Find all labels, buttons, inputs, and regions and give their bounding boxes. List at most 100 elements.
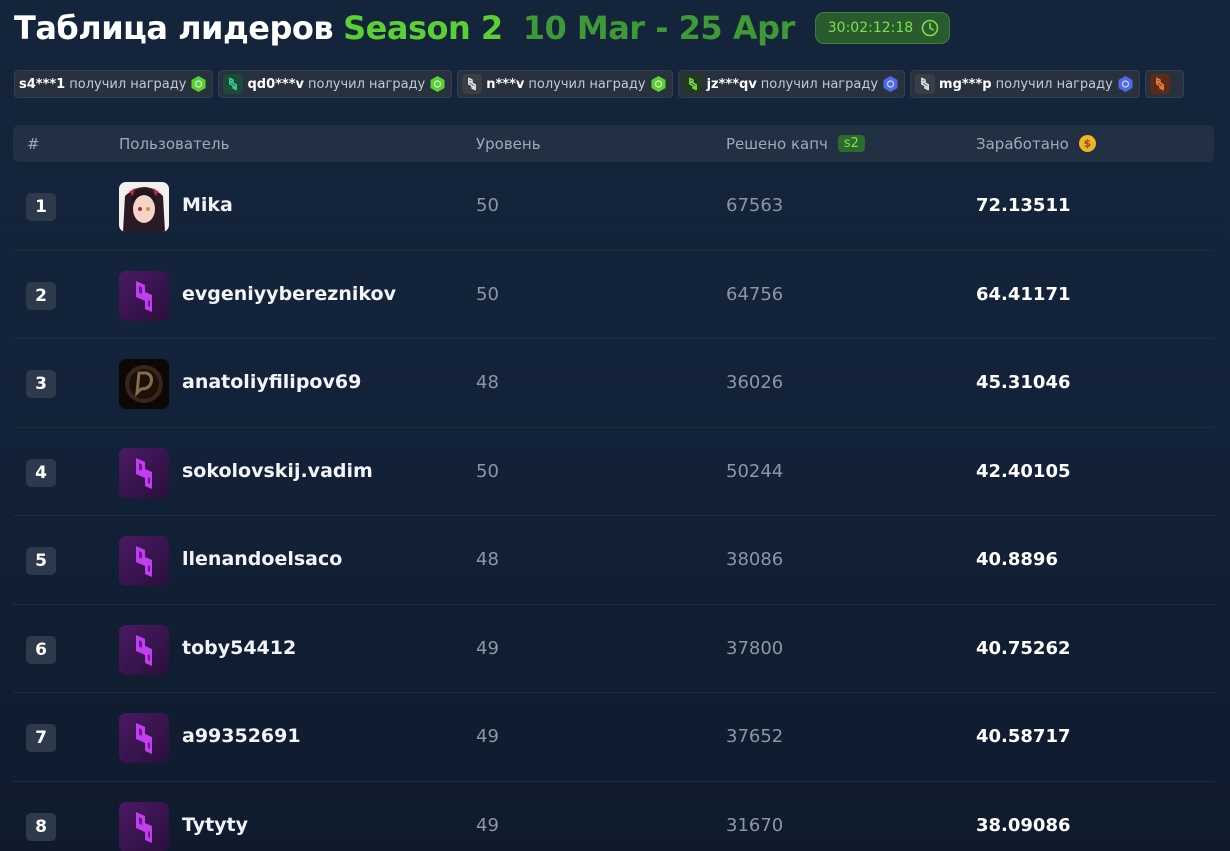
ticker-text: получил награду — [760, 76, 879, 92]
rank-badge: 6 — [26, 635, 56, 664]
ticker-item: n***v получил награду — [457, 70, 673, 98]
captchas-solved: 67563 — [726, 195, 784, 216]
amount-earned: 72.13511 — [976, 195, 1071, 216]
user-level: 49 — [476, 637, 499, 659]
table-row[interactable]: 5 llenandoelsaco 48 38086 40.8896 — [13, 516, 1214, 605]
avatar — [119, 536, 169, 586]
avatar — [119, 801, 169, 851]
user-avatar-icon — [915, 74, 936, 94]
column-user: Пользователь — [119, 134, 230, 153]
amount-earned: 42.40105 — [976, 460, 1071, 482]
rank-badge: 3 — [26, 370, 56, 398]
user-level: 49 — [476, 814, 499, 836]
column-solved-label: Решено капч — [726, 134, 828, 153]
clock-icon — [921, 19, 939, 37]
avatar — [119, 447, 169, 498]
table-row[interactable]: 6 toby54412 49 37800 40.75262 — [13, 605, 1214, 693]
amount-earned: 64.41171 — [976, 283, 1071, 305]
ticker-item: qd0***v получил награду — [218, 70, 453, 98]
captchas-solved: 31670 — [726, 814, 784, 836]
user-level: 50 — [476, 195, 499, 216]
ticker-item: jz***qv получил награду — [677, 70, 906, 98]
user-level: 48 — [476, 549, 499, 570]
user-avatar-icon — [223, 74, 244, 94]
season-dates: 10 Mar - 25 Apr — [522, 9, 796, 47]
reward-badge-icon — [883, 76, 898, 92]
ticker-item: s4***1 получил награду — [14, 70, 214, 98]
avatar — [119, 359, 169, 409]
reward-ticker: s4***1 получил награду qd0***v получил нагр… — [14, 70, 1214, 98]
table-row[interactable]: 8 Tytyty 49 31670 38.09086 — [13, 782, 1214, 851]
user-name[interactable]: sokolovskij.vadim — [182, 460, 373, 482]
column-level: Уровень — [476, 134, 541, 153]
page-header: Таблица лидеров Season 2 10 Mar - 25 Apr… — [14, 8, 951, 48]
page-title: Таблица лидеров — [14, 9, 334, 47]
timer-value: 30:02:12:18 — [827, 20, 914, 36]
ticker-item: mg***p получил награду — [910, 70, 1140, 98]
user-name[interactable]: llenandoelsaco — [182, 548, 342, 570]
leaderboard-rows: 1 Mika 50 67563 72.13511 2 evgeniyyberez… — [13, 162, 1214, 851]
user-name[interactable]: a99352691 — [182, 725, 301, 747]
amount-earned: 40.75262 — [976, 637, 1071, 659]
ticker-text: получил награду — [528, 76, 646, 92]
user-avatar-icon — [462, 74, 483, 94]
user-level: 50 — [476, 460, 499, 482]
reward-badge-icon — [191, 76, 206, 92]
ticker-user: mg***p — [939, 76, 992, 92]
table-row[interactable]: 3 anatoliyfilipov69 48 36026 45.31046 — [13, 339, 1214, 428]
avatar — [119, 182, 169, 232]
ticker-user: n***v — [486, 76, 525, 92]
reward-badge-icon — [651, 76, 666, 92]
ticker-user: s4***1 — [19, 76, 66, 92]
captchas-solved: 64756 — [726, 283, 784, 305]
ticker-text: получил награду — [69, 76, 187, 92]
rank-badge: 7 — [26, 724, 56, 752]
user-avatar-icon — [682, 74, 703, 94]
coin-icon: $ — [1078, 135, 1096, 152]
ticker-user: jz***qv — [706, 76, 757, 92]
countdown-timer: 30:02:12:18 — [814, 12, 951, 44]
user-name[interactable]: evgeniyybereznikov — [182, 283, 396, 305]
rank-badge: 8 — [26, 812, 56, 841]
season-label: Season 2 — [343, 9, 503, 47]
captchas-solved: 50244 — [726, 460, 784, 482]
rank-badge: 2 — [26, 281, 56, 310]
table-row[interactable]: 2 evgeniyybereznikov 50 64756 64.41171 — [13, 251, 1214, 339]
ticker-text: получил награду — [308, 76, 426, 92]
column-earned-label: Заработано — [976, 134, 1069, 153]
user-level: 50 — [476, 283, 499, 305]
user-level: 48 — [476, 372, 499, 393]
user-name[interactable]: Mika — [182, 194, 233, 216]
column-earned: Заработано $ — [976, 125, 1096, 162]
captchas-solved: 36026 — [726, 372, 784, 393]
user-avatar-icon — [1149, 74, 1170, 94]
column-solved: Решено капч s2 — [726, 125, 865, 162]
table-row[interactable]: 4 sokolovskij.vadim 50 50244 42.40105 — [13, 428, 1214, 516]
amount-earned: 40.58717 — [976, 726, 1071, 747]
rank-badge: 5 — [26, 547, 56, 575]
reward-badge-icon — [430, 76, 445, 92]
rank-badge: 4 — [26, 458, 56, 487]
table-row[interactable]: 7 a99352691 49 37652 40.58717 — [13, 693, 1214, 782]
user-name[interactable]: Tytyty — [182, 814, 248, 836]
amount-earned: 40.8896 — [976, 549, 1058, 570]
amount-earned: 38.09086 — [976, 814, 1071, 836]
captchas-solved: 37800 — [726, 637, 784, 659]
captchas-solved: 38086 — [726, 549, 784, 570]
avatar — [119, 713, 169, 763]
table-row[interactable]: 1 Mika 50 67563 72.13511 — [13, 162, 1214, 251]
ticker-item — [1144, 70, 1184, 98]
avatar — [119, 270, 169, 321]
avatar — [119, 624, 169, 675]
user-name[interactable]: toby54412 — [182, 637, 296, 659]
captchas-solved: 37652 — [726, 726, 784, 747]
ticker-user: qd0***v — [247, 76, 304, 92]
reward-badge-icon — [1118, 76, 1133, 92]
amount-earned: 45.31046 — [976, 372, 1071, 393]
table-header: # Пользователь Уровень Решено капч s2 За… — [13, 125, 1214, 162]
user-level: 49 — [476, 726, 499, 747]
user-name[interactable]: anatoliyfilipov69 — [182, 371, 361, 393]
rank-badge: 1 — [26, 193, 56, 221]
season-badge: s2 — [837, 135, 865, 152]
column-rank: # — [27, 134, 40, 153]
